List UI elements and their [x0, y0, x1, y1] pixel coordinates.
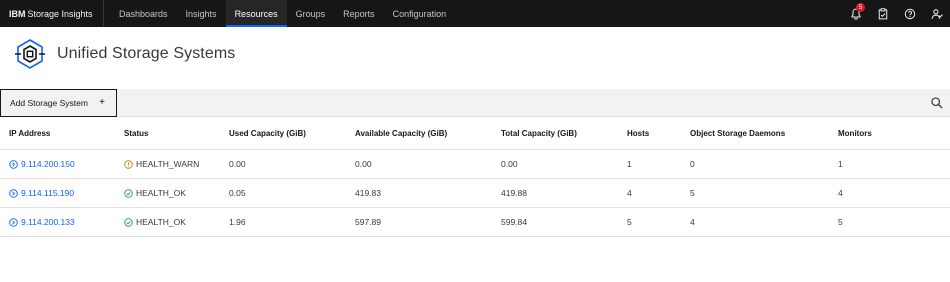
available-capacity-cell: 597.89 [355, 217, 381, 227]
monitors-cell: 1 [838, 159, 843, 169]
user-button[interactable] [923, 0, 950, 27]
total-capacity-cell: 599.84 [501, 217, 527, 227]
table-row[interactable]: 9.114.200.150 HEALTH_WARN 0.00 0.00 0.00… [0, 150, 950, 179]
column-header-status[interactable]: Status [124, 118, 148, 149]
osd-cell: 5 [690, 188, 695, 198]
search-icon[interactable] [930, 96, 944, 110]
column-header-total-capacity[interactable]: Total Capacity (GiB) [501, 118, 577, 149]
page-header: Unified Storage Systems [13, 37, 235, 71]
osd-cell: 0 [690, 159, 695, 169]
column-header-monitors[interactable]: Monitors [838, 118, 872, 149]
column-header-hosts[interactable]: Hosts [627, 118, 649, 149]
status-text: HEALTH_WARN [136, 159, 200, 169]
hosts-cell: 4 [627, 188, 632, 198]
status-text: HEALTH_OK [136, 188, 186, 198]
ip-address-link[interactable]: 9.114.200.133 [9, 217, 75, 227]
ip-address-link[interactable]: 9.114.200.150 [9, 159, 75, 169]
arrow-circle-icon [9, 188, 18, 198]
column-header-available-capacity[interactable]: Available Capacity (GiB) [355, 118, 447, 149]
nav-groups[interactable]: Groups [287, 0, 335, 27]
page-title: Unified Storage Systems [57, 45, 236, 62]
available-capacity-cell: 419.83 [355, 188, 381, 198]
clipboard-icon [878, 7, 887, 19]
tasks-button[interactable] [869, 0, 896, 27]
help-icon [904, 8, 915, 19]
used-capacity-cell: 0.00 [229, 159, 246, 169]
nav-dashboards[interactable]: Dashboards [110, 0, 177, 27]
main-nav: Dashboards Insights Resources Groups Rep… [110, 0, 455, 27]
osd-cell: 4 [690, 217, 695, 227]
hosts-cell: 1 [627, 159, 632, 169]
column-header-used-capacity[interactable]: Used Capacity (GiB) [229, 118, 306, 149]
header-actions: 5 [842, 0, 950, 27]
help-button[interactable] [896, 0, 923, 27]
monitors-cell: 4 [838, 188, 843, 198]
warning-icon [124, 159, 133, 169]
brand-logo[interactable]: IBM Storage Insights [0, 0, 104, 27]
ip-address-text: 9.114.200.133 [21, 217, 75, 227]
top-nav-bar: IBM Storage Insights Dashboards Insights… [0, 0, 950, 27]
nav-resources[interactable]: Resources [225, 0, 287, 27]
hosts-cell: 5 [627, 217, 632, 227]
check-icon [124, 188, 133, 198]
status-cell: HEALTH_OK [124, 188, 186, 198]
table-row[interactable]: 9.114.200.133 HEALTH_OK 1.96 597.89 599.… [0, 208, 950, 237]
column-header-ip-address[interactable]: IP Address [9, 118, 50, 149]
nav-configuration[interactable]: Configuration [384, 0, 456, 27]
available-capacity-cell: 0.00 [355, 159, 372, 169]
storage-system-icon [15, 39, 45, 69]
status-cell: HEALTH_WARN [124, 159, 199, 169]
plus-icon: + [99, 97, 105, 108]
notifications-button[interactable]: 5 [842, 0, 869, 27]
nav-reports[interactable]: Reports [334, 0, 384, 27]
monitors-cell: 5 [838, 217, 843, 227]
arrow-circle-icon [9, 159, 18, 169]
column-header-osd[interactable]: Object Storage Daemons [690, 118, 785, 149]
table-header-row: IP Address Status Used Capacity (GiB) Av… [0, 118, 950, 150]
used-capacity-cell: 1.96 [229, 217, 246, 227]
table-row[interactable]: 9.114.115.190 HEALTH_OK 0.05 419.83 419.… [0, 179, 950, 208]
add-storage-system-label: Add Storage System [10, 98, 88, 108]
table-toolbar: Add Storage System + [0, 89, 950, 117]
total-capacity-cell: 0.00 [501, 159, 518, 169]
ip-address-text: 9.114.200.150 [21, 159, 75, 169]
status-cell: HEALTH_OK [124, 217, 186, 227]
brand-bold: IBM [9, 8, 26, 19]
ip-address-text: 9.114.115.190 [21, 188, 75, 198]
add-storage-system-button[interactable]: Add Storage System + [0, 89, 117, 117]
arrow-circle-icon [9, 217, 18, 227]
nav-insights[interactable]: Insights [177, 0, 226, 27]
brand-name: Storage Insights [27, 8, 93, 19]
status-text: HEALTH_OK [136, 217, 186, 227]
notification-count-badge: 5 [856, 3, 865, 12]
ip-address-link[interactable]: 9.114.115.190 [9, 188, 74, 198]
storage-systems-table: IP Address Status Used Capacity (GiB) Av… [0, 118, 950, 237]
check-icon [124, 217, 133, 227]
total-capacity-cell: 419.88 [501, 188, 527, 198]
used-capacity-cell: 0.05 [229, 188, 246, 198]
user-icon [931, 8, 943, 19]
